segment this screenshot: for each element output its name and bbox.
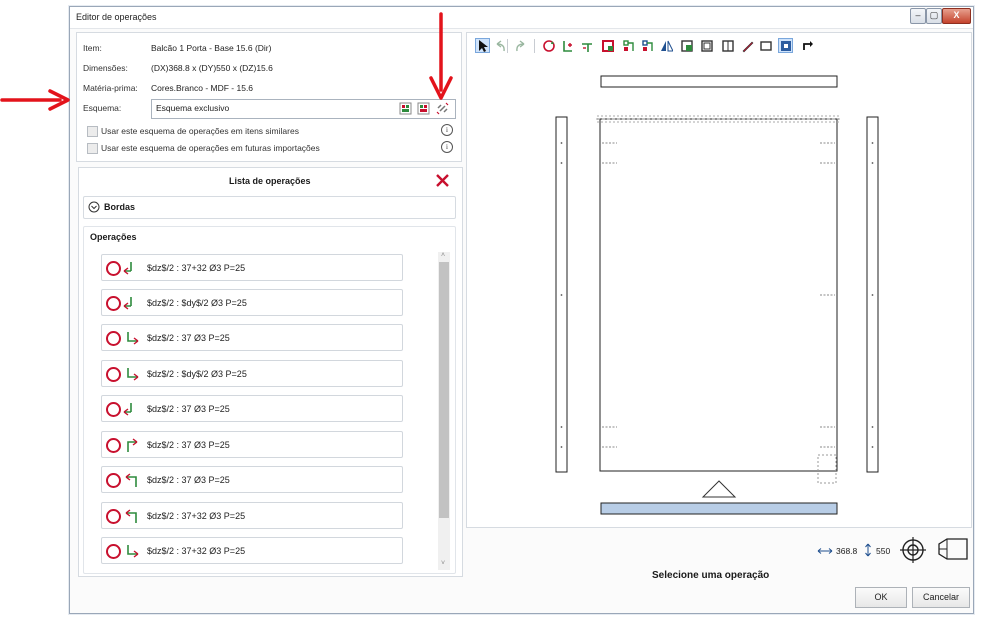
dy-value: 550 [876, 546, 891, 556]
info-icon[interactable]: i [441, 124, 453, 136]
red-arrow-left-icon [0, 89, 70, 111]
operation-row[interactable]: $dz$/2 : 37 Ø3 P=25 [101, 324, 403, 351]
operation-row[interactable]: $dz$/2 : 37 Ø3 P=25 [101, 466, 403, 493]
close-icon [436, 174, 449, 187]
target-icon[interactable] [899, 536, 927, 564]
drill-circle-icon [106, 544, 121, 559]
bordas-label: Bordas [104, 202, 136, 212]
operation-row[interactable]: $dz$/2 : 37+32 Ø3 P=25 [101, 254, 403, 281]
operation-label: $dz$/2 : 37+32 Ø3 P=25 [147, 546, 246, 556]
dx-value: 368.8 [836, 546, 858, 556]
maximize-button[interactable]: ▢ [926, 8, 942, 24]
esquema-label: Esquema: [83, 103, 122, 113]
drill-circle-icon [106, 402, 121, 417]
operation-direction-icon [123, 297, 132, 310]
esquema-field[interactable]: Esquema exclusivo [151, 99, 456, 119]
piece-drawing [555, 75, 879, 515]
operation-label: $dz$/2 : $dy$/2 Ø3 P=25 [147, 298, 247, 308]
close-window-button[interactable]: X [942, 8, 971, 24]
item-value: Balcão 1 Porta - Base 15.6 (Dir) [151, 43, 272, 53]
operation-label: $dz$/2 : 37 Ø3 P=25 [147, 404, 230, 414]
drill-circle-icon [106, 438, 121, 453]
ok-button[interactable]: OK [855, 587, 907, 608]
operation-direction-icon [123, 262, 132, 275]
bottom-edge-strip [600, 502, 838, 515]
scroll-down-icon[interactable]: ˅ [441, 560, 445, 567]
future-imports-checkbox[interactable] [87, 143, 98, 154]
operation-label: $dz$/2 : 37+32 Ø3 P=25 [147, 263, 246, 273]
drill-circle-icon [106, 296, 121, 311]
esquema-value: Esquema exclusivo [156, 103, 230, 113]
info-icon[interactable]: i [441, 141, 453, 153]
esquema-edit-button[interactable] [416, 101, 431, 116]
clear-operations-button[interactable] [435, 173, 450, 188]
title-bar: Editor de operações – ▢ X [70, 7, 973, 29]
width-arrow-icon [817, 548, 833, 554]
operation-label: $dz$/2 : 37 Ø3 P=25 [147, 333, 230, 343]
window-title: Editor de operações [76, 12, 157, 22]
unlink-icon [436, 102, 449, 115]
editor-window: Editor de operações – ▢ X Item: Balcão 1… [69, 6, 974, 614]
item-info-panel: Item: Balcão 1 Porta - Base 15.6 (Dir) D… [76, 32, 462, 162]
operation-direction-icon [127, 332, 139, 345]
operation-direction-icon [123, 403, 132, 416]
operation-row[interactable]: $dz$/2 : 37 Ø3 P=25 [101, 431, 403, 458]
operations-list-panel: Lista de operações Bordas Operações ˄ ˅ … [78, 167, 463, 577]
scrollbar-thumb[interactable] [439, 262, 449, 518]
operation-row[interactable]: $dz$/2 : $dy$/2 Ø3 P=25 [101, 289, 403, 316]
operation-label: $dz$/2 : 37 Ø3 P=25 [147, 440, 230, 450]
red-arrow-down-icon [429, 12, 453, 100]
drill-circle-icon [106, 473, 121, 488]
cancel-button[interactable]: Cancelar [912, 587, 970, 608]
main-piece [599, 118, 838, 472]
top-edge-strip [600, 75, 838, 88]
dimensions-value: (DX)368.8 x (DY)550 x (DZ)15.6 [151, 63, 273, 73]
operation-row[interactable]: $dz$/2 : $dy$/2 Ø3 P=25 [101, 360, 403, 387]
material-label: Matéria-prima: [83, 83, 138, 93]
material-value: Cores.Branco - MDF - 15.6 [151, 83, 254, 93]
chevron-down-icon [88, 201, 100, 213]
operation-row[interactable]: $dz$/2 : 37+32 Ø3 P=25 [101, 537, 403, 564]
minimize-button[interactable]: – [910, 8, 926, 24]
operation-label: $dz$/2 : $dy$/2 Ø3 P=25 [147, 369, 247, 379]
operation-label: $dz$/2 : 37 Ø3 P=25 [147, 475, 230, 485]
item-label: Item: [83, 43, 102, 53]
scheme-apply-icon [399, 102, 412, 115]
scroll-up-icon[interactable]: ˄ [441, 252, 445, 259]
operacoes-label: Operações [90, 232, 137, 242]
perspective-view-icon[interactable] [937, 537, 969, 561]
drill-circle-icon [106, 261, 121, 276]
status-text: Selecione uma operação [652, 570, 770, 581]
drill-circle-icon [106, 367, 121, 382]
operation-direction-icon [125, 509, 137, 523]
operation-direction-icon [127, 438, 138, 452]
operation-label: $dz$/2 : 37+32 Ø3 P=25 [147, 511, 246, 521]
esquema-apply-button[interactable] [398, 101, 413, 116]
drill-circle-icon [106, 331, 121, 346]
similar-items-checkbox[interactable] [87, 126, 98, 137]
dimensions-label: Dimensões: [83, 63, 128, 73]
operation-row[interactable]: $dz$/2 : 37 Ø3 P=25 [101, 395, 403, 422]
operation-direction-icon [127, 368, 139, 381]
drawing-panel [466, 32, 972, 528]
list-title: Lista de operações [229, 176, 311, 186]
future-imports-label: Usar este esquema de operações em futura… [101, 143, 320, 153]
direction-triangle [701, 480, 737, 498]
similar-items-label: Usar este esquema de operações em itens … [101, 126, 299, 136]
operation-direction-icon [127, 545, 139, 558]
operation-row[interactable]: $dz$/2 : 37+32 Ø3 P=25 [101, 502, 403, 529]
height-arrow-icon [865, 543, 871, 557]
operation-direction-icon [125, 473, 137, 487]
bordas-section-header[interactable]: Bordas [83, 196, 456, 219]
scheme-edit-icon [417, 102, 430, 115]
drill-circle-icon [106, 509, 121, 524]
esquema-unlink-button[interactable] [435, 101, 450, 116]
